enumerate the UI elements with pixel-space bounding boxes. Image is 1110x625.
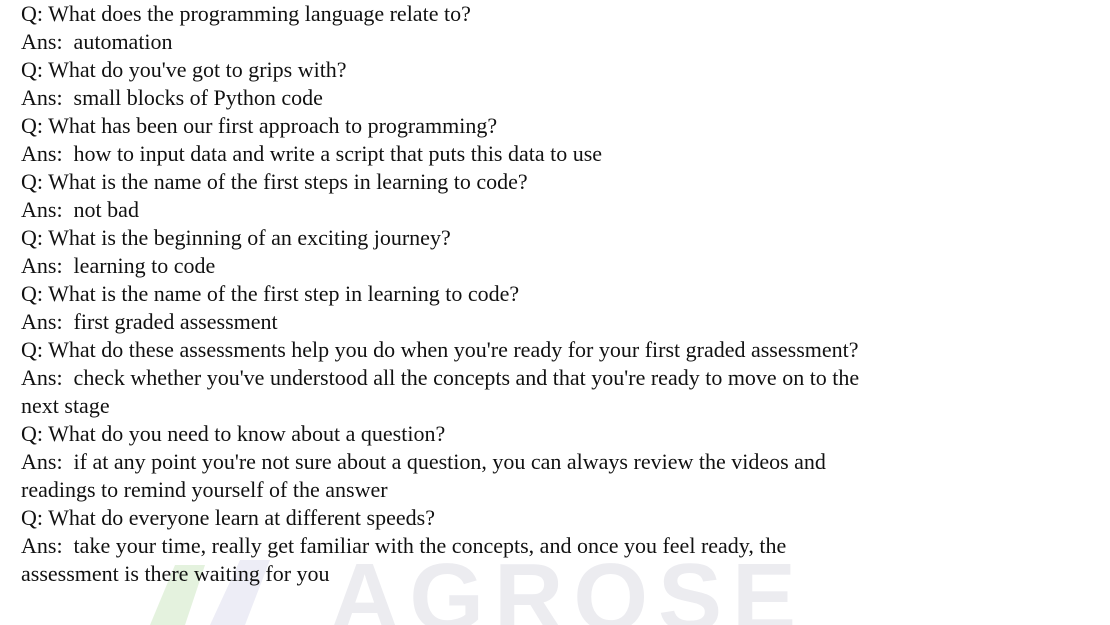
answer-9: Ans: take your time, really get familiar… [21,533,787,558]
answer-9-continuation: assessment is there waiting for you [21,561,330,586]
qa-document: Q: What does the programming language re… [21,0,1101,588]
question-6: Q: What is the name of the first step in… [21,281,520,306]
answer-3: Ans: how to input data and write a scrip… [21,141,603,166]
answer-1: Ans: automation [21,29,173,54]
question-8: Q: What do you need to know about a ques… [21,421,446,446]
question-2: Q: What do you've got to grips with? [21,57,347,82]
question-4: Q: What is the name of the first steps i… [21,169,528,194]
answer-4: Ans: not bad [21,197,139,222]
answer-5: Ans: learning to code [21,253,216,278]
question-1: Q: What does the programming language re… [21,1,471,26]
answer-2: Ans: small blocks of Python code [21,85,323,110]
question-9: Q: What do everyone learn at different s… [21,505,435,530]
answer-7: Ans: check whether you've understood all… [21,365,860,390]
answer-8: Ans: if at any point you're not sure abo… [21,449,826,474]
question-3: Q: What has been our first approach to p… [21,113,498,138]
answer-7-continuation: next stage [21,393,110,418]
answer-8-continuation: readings to remind yourself of the answe… [21,477,388,502]
answer-6: Ans: first graded assessment [21,309,278,334]
question-7: Q: What do these assessments help you do… [21,337,859,362]
question-5: Q: What is the beginning of an exciting … [21,225,451,250]
